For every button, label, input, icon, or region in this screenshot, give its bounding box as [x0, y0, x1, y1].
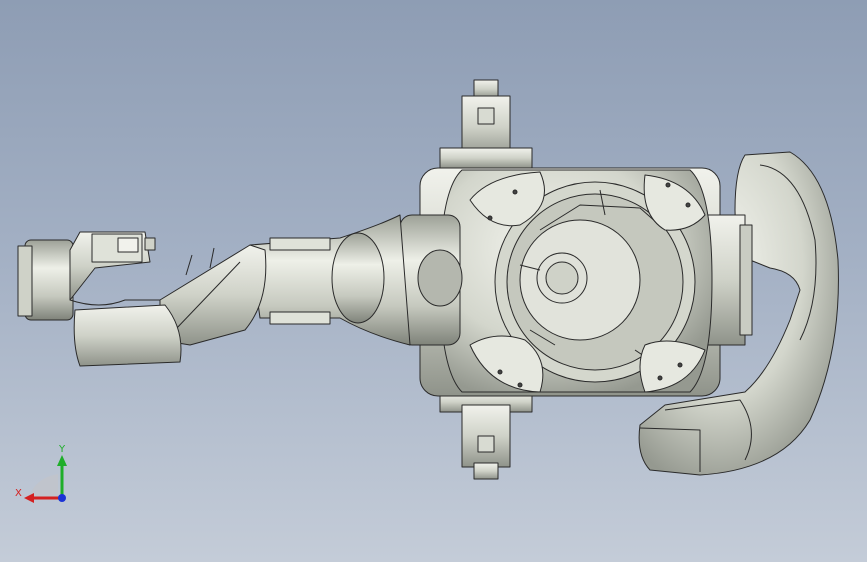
y-axis-label: Y	[58, 444, 66, 455]
coordinate-triad: Y X	[15, 444, 67, 503]
wrist-housing[interactable]	[17, 231, 182, 367]
motor-bottom[interactable]	[439, 391, 533, 480]
z-axis-dot	[58, 494, 66, 502]
x-axis-arrow	[24, 493, 34, 503]
cad-viewport[interactable]: Y X	[0, 0, 867, 562]
x-axis-label: X	[15, 488, 22, 499]
motor-top[interactable]	[439, 79, 533, 169]
shoulder-joint[interactable]	[399, 214, 463, 346]
y-axis-arrow	[57, 455, 67, 466]
upper-arm[interactable]	[249, 214, 411, 346]
robot-arm-model[interactable]	[17, 79, 839, 480]
base-housing[interactable]	[419, 167, 753, 397]
